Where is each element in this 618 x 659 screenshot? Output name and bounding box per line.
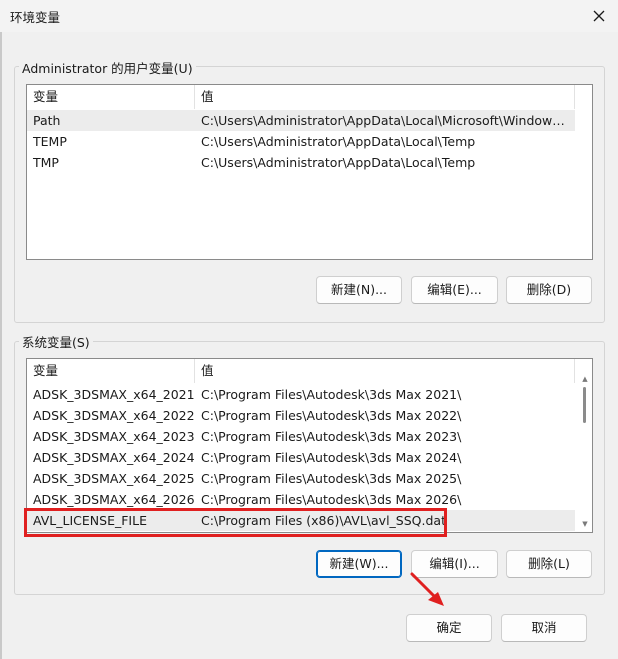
table-row[interactable]: ADSK_3DSMAX_x64_2022 C:\Program Files\Au…	[27, 405, 575, 426]
table-row[interactable]: TMP C:\Users\Administrator\AppData\Local…	[27, 152, 575, 173]
row-variable-name: ADSK_3DSMAX_x64_2025	[33, 471, 195, 486]
system-variables-list[interactable]: 变量 值 ADSK_3DSMAX_x64_2021 C:\Program Fil…	[26, 358, 593, 533]
row-variable-value: C:\Users\Administrator\AppData\Local\Mic…	[201, 113, 571, 128]
cancel-button[interactable]: 取消	[501, 614, 587, 642]
system-list-scrollbar[interactable]: ▲ ▼	[580, 361, 590, 530]
system-list-header: 变量 值	[27, 359, 592, 383]
user-variables-list[interactable]: 变量 值 Path C:\Users\Administrator\AppData…	[26, 84, 593, 260]
title-bar: 环境变量	[0, 0, 618, 32]
table-row[interactable]: TEMP C:\Users\Administrator\AppData\Loca…	[27, 131, 575, 152]
row-variable-value: C:\Program Files\Autodesk\3ds Max 2022\	[201, 408, 462, 423]
row-variable-value: C:\Program Files\Autodesk\3ds Max 2024\	[201, 450, 462, 465]
table-row[interactable]: ADSK_3DSMAX_x64_2024 C:\Program Files\Au…	[27, 447, 575, 468]
window-left-edge	[0, 32, 2, 659]
user-delete-button[interactable]: 删除(D)	[506, 276, 592, 304]
row-variable-value: C:\Program Files\Autodesk\3ds Max 2025\	[201, 471, 462, 486]
table-row[interactable]: ADSK_3DSMAX_x64_2021 C:\Program Files\Au…	[27, 384, 575, 405]
row-variable-value: C:\Program Files\Autodesk\3ds Max 2021\	[201, 387, 462, 402]
table-row-selected[interactable]: AVL_LICENSE_FILE C:\Program Files (x86)\…	[27, 510, 575, 531]
table-row[interactable]: ADSK_3DSMAX_x64_2026 C:\Program Files\Au…	[27, 489, 575, 510]
row-variable-value: C:\Program Files\Autodesk\3ds Max 2023\	[201, 429, 462, 444]
column-header-variable[interactable]: 变量	[27, 359, 195, 383]
user-variables-label: Administrator 的用户变量(U)	[19, 58, 196, 77]
user-edit-button[interactable]: 编辑(E)...	[411, 276, 498, 304]
row-variable-name: ADSK_3DSMAX_x64_2026	[33, 492, 195, 507]
row-variable-name: ADSK_3DSMAX_x64_2024	[33, 450, 195, 465]
window-title: 环境变量	[10, 10, 61, 25]
row-variable-name: AVL_LICENSE_FILE	[33, 513, 147, 528]
close-button[interactable]	[586, 3, 612, 29]
row-variable-name: Path	[33, 113, 61, 128]
scrollbar-thumb[interactable]	[583, 387, 586, 423]
user-list-header: 变量 值	[27, 85, 592, 109]
row-variable-value: C:\Users\Administrator\AppData\Local\Tem…	[201, 134, 476, 149]
row-variable-name: TMP	[33, 155, 59, 170]
system-new-button[interactable]: 新建(W)...	[316, 550, 402, 578]
row-variable-value: C:\Users\Administrator\AppData\Local\Tem…	[201, 155, 476, 170]
row-variable-name: ADSK_3DSMAX_x64_2021	[33, 387, 195, 402]
row-variable-value: C:\Program Files (x86)\AVL\avl_SSQ.dat	[201, 513, 446, 528]
row-variable-name: TEMP	[33, 134, 67, 149]
system-variables-label: 系统变量(S)	[19, 332, 93, 351]
table-row[interactable]: ADSK_3DSMAX_x64_2023 C:\Program Files\Au…	[27, 426, 575, 447]
row-variable-name: ADSK_3DSMAX_x64_2022	[33, 408, 195, 423]
system-delete-button[interactable]: 删除(L)	[506, 550, 592, 578]
close-icon	[593, 10, 605, 22]
ok-button[interactable]: 确定	[406, 614, 492, 642]
system-edit-button[interactable]: 编辑(I)...	[411, 550, 498, 578]
column-header-value[interactable]: 值	[195, 85, 575, 109]
table-row[interactable]: Path C:\Users\Administrator\AppData\Loca…	[27, 110, 575, 131]
row-variable-value: C:\Program Files\Autodesk\3ds Max 2026\	[201, 492, 462, 507]
row-variable-name: ADSK_3DSMAX_x64_2023	[33, 429, 195, 444]
user-new-button[interactable]: 新建(N)...	[316, 276, 402, 304]
column-header-variable[interactable]: 变量	[27, 85, 195, 109]
table-row[interactable]: ADSK_3DSMAX_x64_2025 C:\Program Files\Au…	[27, 468, 575, 489]
column-header-value[interactable]: 值	[195, 359, 575, 383]
scroll-up-icon[interactable]: ▲	[581, 375, 589, 383]
scroll-down-icon[interactable]: ▼	[581, 520, 589, 528]
